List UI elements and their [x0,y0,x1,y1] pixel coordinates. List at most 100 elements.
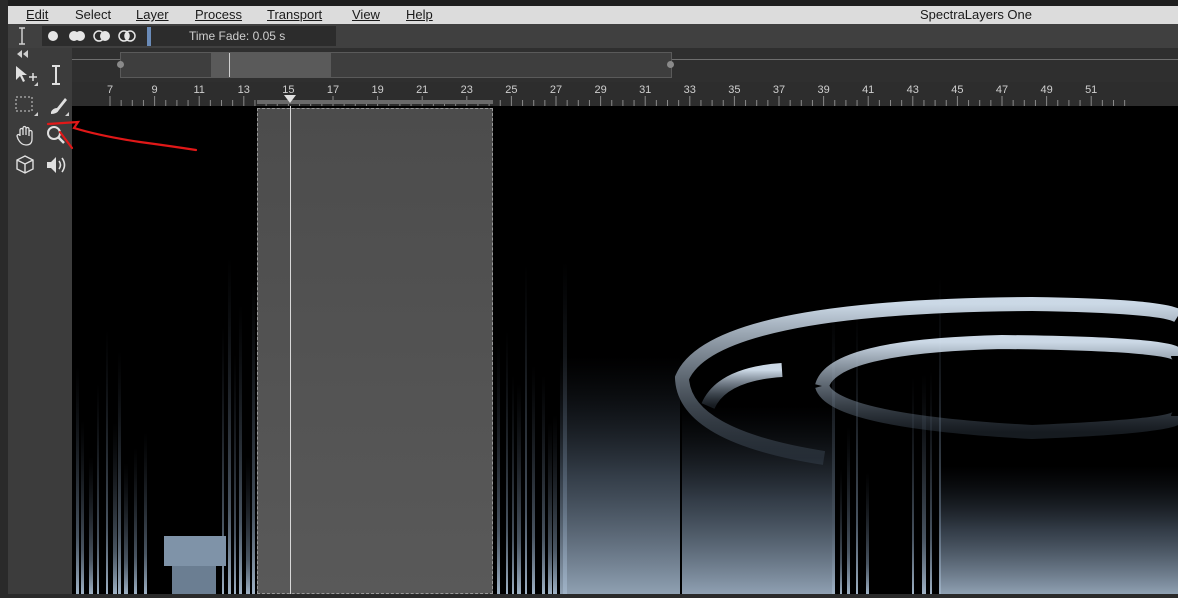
menu-edit-label: Edit [26,7,49,22]
ruler-label: 49 [1040,84,1052,96]
ruler-label: 13 [238,84,250,96]
harmonic-ring [815,334,1178,440]
ruler-label: 7 [107,84,113,96]
overview-handle-left[interactable] [117,61,124,68]
ruler-label: 31 [639,84,651,96]
zoom-icon[interactable] [43,122,69,148]
overview-navigator [72,48,1178,82]
spectral-transient [97,383,99,594]
menu-layer[interactable]: Layer [136,7,169,23]
rectangle-select-icon[interactable] [12,92,38,118]
menu-help[interactable]: Help [406,7,433,23]
ruler-label: 17 [327,84,339,96]
window-left-edge [0,0,8,598]
options-accent-divider [147,27,151,46]
spectral-transient [912,376,914,594]
hand-icon[interactable] [12,122,38,148]
menu-select[interactable]: Select [75,7,111,23]
spectral-transient [252,279,255,594]
overview-scroll-track[interactable] [117,52,674,78]
spectral-transient [517,383,521,594]
move-icon[interactable] [12,62,38,88]
mode-add-icon[interactable] [67,29,87,48]
spectrogram-view[interactable] [72,106,1178,594]
menu-help-label: Help [406,7,433,22]
time-selection[interactable] [257,108,493,594]
spectral-transient [134,447,137,594]
spectral-transient [532,364,535,594]
menu-transport[interactable]: Transport [267,7,322,23]
ruler-label: 33 [684,84,696,96]
mode-subtract-icon[interactable] [92,29,112,48]
ruler-label: 39 [817,84,829,96]
menu-transport-label: Transport [267,7,323,22]
spectrogram-content [76,257,1178,594]
spectral-transient [246,456,250,594]
overview-handle-right[interactable] [667,61,674,68]
ruler-label: 19 [371,84,383,96]
time-fade-field[interactable]: Time Fade: 0.05 s [153,26,336,46]
spectral-transient [497,341,500,594]
app-title: SpectraLayers One [920,7,1033,22]
spectral-transient [76,366,79,594]
cube-icon[interactable] [12,152,38,178]
spectral-block [940,466,1178,594]
spectral-transient [81,420,84,594]
ruler-label: 47 [996,84,1008,96]
menu-edit[interactable]: Edit [26,7,48,23]
collapse-icon[interactable] [12,48,38,60]
mode-new-icon[interactable] [45,29,61,48]
mode-intersect-icon[interactable] [117,29,137,48]
spectral-transient [512,374,514,594]
spectral-transient [239,303,242,594]
ruler-label: 27 [550,84,562,96]
spectral-transient [525,263,527,594]
spectral-transient [832,309,835,594]
menu-process[interactable]: Process [195,7,242,23]
menu-select-label: Select [75,7,112,22]
menu-layer-label: Layer [136,7,169,22]
ruler-label: 9 [152,84,158,96]
brush-icon[interactable] [43,92,69,118]
ruler-label: 37 [773,84,785,96]
playhead-line[interactable] [290,106,291,594]
spectral-patch [164,536,226,566]
ruler-label: 29 [594,84,606,96]
ruler-label: 43 [907,84,919,96]
spectral-transient [548,421,552,594]
ruler-label: 45 [951,84,963,96]
ruler-label: 21 [416,84,428,96]
menu-bar: Edit Select Layer Process Transport View… [8,6,1178,24]
harmonic-ring [701,363,783,410]
ruler-selection-range[interactable] [257,100,493,104]
tools-panel [8,48,72,598]
spectral-patch [172,566,216,594]
spectral-transient [840,468,842,594]
selection-mode-group [42,26,154,46]
time-cursor-icon[interactable] [43,62,69,88]
spectral-transient [234,353,236,594]
ruler-label: 51 [1085,84,1097,96]
time-ruler[interactable]: 7 9 11 13 15 17 19 21 23 25 27 29 31 33 35 37 39 41 43 45 47… [72,82,1178,106]
spectral-transient [866,472,869,594]
ruler-label: 25 [505,84,517,96]
time-fade-label: Time Fade: 0.05 s [189,29,286,43]
menu-process-label: Process [195,7,242,22]
spectral-transient [228,257,231,594]
ruler-label: 11 [193,84,204,96]
ruler-label: 15 [282,84,294,96]
ruler-ticks: 7 9 11 13 15 17 19 21 23 25 27 29 31 33 35 37 39 41 43 45 47… [107,84,1126,106]
spectral-transient [553,414,557,594]
spectral-block [682,406,832,594]
spectral-transient [106,329,108,594]
speaker-icon[interactable] [43,152,69,178]
ruler-label: 35 [728,84,740,96]
overview-playhead [229,53,230,77]
tool-options-bar: Time Fade: 0.05 s [8,24,1178,48]
menu-view-label: View [352,7,380,22]
spectral-transient [89,456,93,594]
menu-view[interactable]: View [352,7,380,23]
spectral-block [560,356,680,594]
ruler-label: 41 [862,84,874,96]
spectral-transient [144,432,147,594]
